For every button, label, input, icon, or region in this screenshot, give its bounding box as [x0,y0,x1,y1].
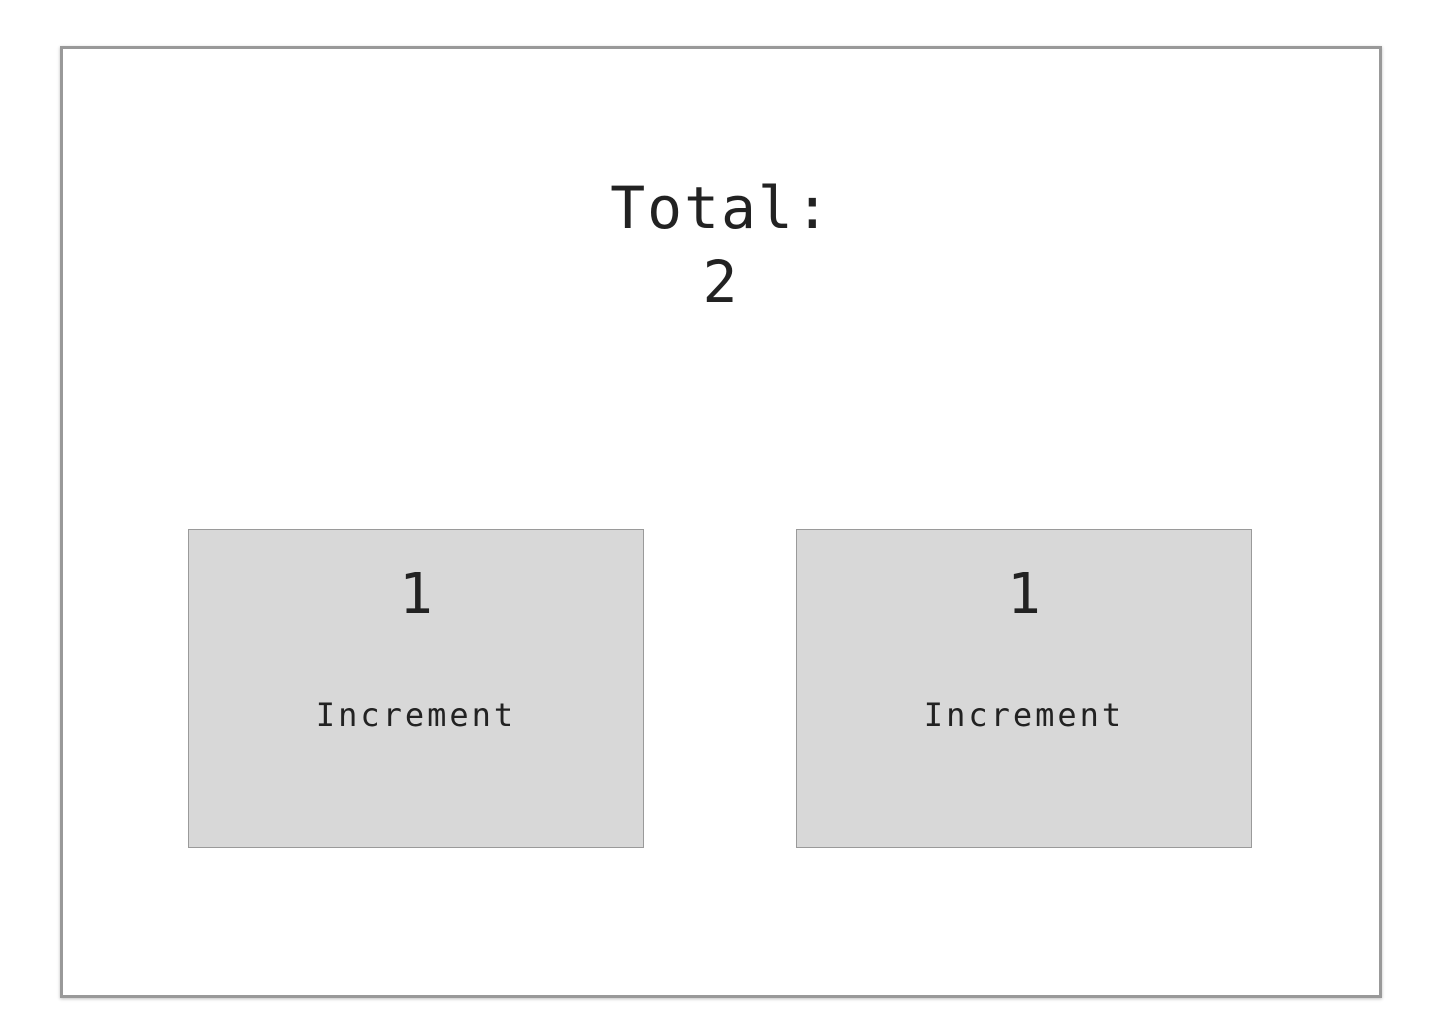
counter-card-1: 1 Increment [188,529,644,848]
increment-button[interactable]: Increment [189,695,643,735]
total-value: 2 [702,248,740,316]
counter-value: 1 [399,562,433,627]
app-frame: Total: 2 1 Increment 1 Increment [60,46,1382,998]
total-display: Total: 2 [63,171,1379,319]
counter-value: 1 [1007,562,1041,627]
counter-card-2: 1 Increment [796,529,1252,848]
increment-button[interactable]: Increment [797,695,1251,735]
total-label: Total: [610,174,832,242]
